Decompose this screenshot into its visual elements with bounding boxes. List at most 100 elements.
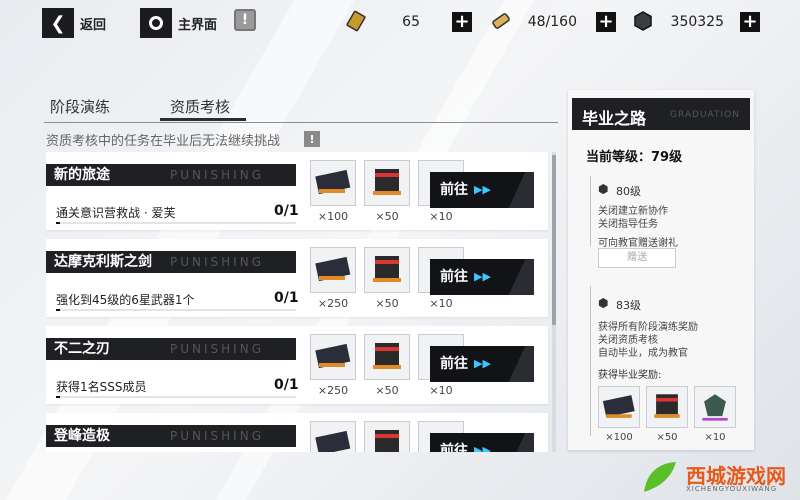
task-progress-fill (56, 396, 60, 398)
tier-name: 83级 (616, 299, 641, 312)
go-button[interactable]: 前往 ▶▶ (430, 433, 534, 452)
reward-count: ×10 (429, 384, 453, 397)
back-button[interactable]: ❮ (42, 8, 74, 38)
reward-crystal-icon[interactable] (694, 386, 736, 428)
reward-count: ×100 (317, 210, 349, 223)
task-progress: 0/1 (274, 377, 299, 393)
reward-count: ×50 (656, 432, 678, 443)
tab-stage-drill[interactable]: 阶段演练 (50, 96, 110, 117)
tier-line: 关闭指导任务 (598, 219, 658, 230)
tier-line: 自动毕业，成为教官 (598, 348, 688, 359)
reward-count: ×50 (375, 384, 399, 397)
graduation-reward-label: 获得毕业奖励: (598, 370, 662, 381)
go-label: 前往 (440, 443, 468, 452)
task-progress-bar (56, 396, 296, 398)
task-progress-bar (56, 309, 296, 311)
reward-count: ×50 (375, 210, 399, 223)
tab-divider (44, 122, 558, 123)
task-description: 获得1名SSS成员 (56, 380, 147, 394)
task-progress-fill (56, 309, 60, 311)
scrollbar-thumb[interactable] (552, 155, 556, 325)
task-watermark: PUNISHING (170, 429, 264, 443)
task-description: 通关意识营救战 · 爱芙 (56, 206, 176, 220)
reward-chip-icon[interactable] (364, 334, 410, 380)
tier-divider (590, 176, 591, 246)
resource-value: 65 (402, 14, 420, 30)
active-tab-indicator (160, 118, 246, 121)
add-resource-button[interactable]: + (740, 12, 760, 32)
back-label[interactable]: 返回 (80, 14, 106, 33)
graduation-panel: 毕业之路 GRADUATION 当前等级：79级 ⬢ 80级 关闭建立新协作 关… (568, 90, 754, 450)
top-bar: ❮ 返回 主界面 ! 65 + 48/160 + 350325 + (0, 0, 800, 44)
task-progress-bar (56, 222, 296, 224)
chevron-left-icon: ❮ (50, 12, 66, 34)
reward-ticket-icon[interactable] (310, 247, 356, 293)
add-resource-button[interactable]: + (452, 12, 472, 32)
leaf-logo-icon (644, 462, 676, 492)
tab-qualification-exam[interactable]: 资质考核 (170, 96, 230, 117)
reward-count: ×250 (317, 384, 349, 397)
go-label: 前往 (440, 356, 468, 372)
reward-ticket-icon[interactable] (310, 421, 356, 452)
reward-ticket-icon[interactable] (598, 386, 640, 428)
home-button[interactable] (140, 8, 172, 38)
tier-name: 80级 (616, 185, 641, 198)
button-decoration (500, 433, 534, 452)
task-progress: 0/1 (274, 290, 299, 306)
exclamation-icon[interactable]: ! (234, 9, 256, 31)
task-watermark: PUNISHING (170, 168, 264, 182)
task-watermark: PUNISHING (170, 342, 264, 356)
reward-count: ×10 (429, 210, 453, 223)
go-button[interactable]: 前往 ▶▶ (430, 172, 534, 208)
double-arrow-icon: ▶▶ (474, 183, 491, 196)
task-description: 强化到45级的6星武器1个 (56, 293, 195, 307)
task-progress: 0/1 (274, 203, 299, 219)
graduation-title: 毕业之路 (582, 109, 647, 128)
reward-count: ×50 (375, 297, 399, 310)
reward-chip-icon[interactable] (364, 421, 410, 452)
reward-ticket-icon[interactable] (310, 160, 356, 206)
circle-home-icon (149, 16, 163, 30)
button-decoration (500, 346, 534, 382)
watermark-subtitle: XICHENGYOUXIWANG (686, 485, 778, 493)
current-level: 当前等级：79级 (586, 150, 683, 165)
gift-button[interactable]: 赠送 (598, 248, 676, 268)
task-card: 登峰造极 PUNISHING 前往 ▶▶ (46, 413, 548, 452)
task-card: 达摩克利斯之剑 PUNISHING 强化到45级的6星武器1个 0/1 ×250… (46, 239, 548, 317)
home-label[interactable]: 主界面 (178, 14, 217, 33)
reward-chip-icon[interactable] (364, 247, 410, 293)
double-arrow-icon: ▶▶ (474, 357, 491, 370)
button-decoration (500, 259, 534, 295)
task-list[interactable]: 新的旅途 PUNISHING 通关意识营救战 · 爱芙 0/1 ×100 ×50… (46, 152, 560, 452)
notice-text: 资质考核中的任务在毕业后无法继续挑战 (46, 134, 281, 149)
exclamation-icon[interactable]: ! (304, 131, 320, 147)
double-arrow-icon: ▶▶ (474, 270, 491, 283)
task-watermark: PUNISHING (170, 255, 264, 269)
go-label: 前往 (440, 269, 468, 285)
add-resource-button[interactable]: + (596, 12, 616, 32)
task-card: 不二之刃 PUNISHING 获得1名SSS成员 0/1 ×250 ×50 ×1… (46, 326, 548, 404)
go-button[interactable]: 前往 ▶▶ (430, 346, 534, 382)
reward-count: ×10 (704, 432, 726, 443)
double-arrow-icon: ▶▶ (474, 444, 491, 452)
task-progress-fill (56, 222, 60, 224)
reward-chip-icon[interactable] (646, 386, 688, 428)
task-card: 新的旅途 PUNISHING 通关意识营救战 · 爱芙 0/1 ×100 ×50… (46, 152, 548, 230)
resource-value: 350325 (670, 14, 724, 30)
tier-divider (590, 286, 591, 436)
resource-value: 48/160 (527, 14, 577, 30)
reward-count: ×250 (317, 297, 349, 310)
reward-count: ×10 (429, 297, 453, 310)
go-label: 前往 (440, 182, 468, 198)
reward-count: ×100 (605, 432, 633, 443)
reward-ticket-icon[interactable] (310, 334, 356, 380)
hexagon-icon: ⬢ (598, 182, 609, 196)
button-decoration (500, 172, 534, 208)
site-watermark-logo: 西城游戏网 XICHENGYOUXIWANG (640, 458, 796, 498)
graduation-subtitle: GRADUATION (670, 110, 740, 120)
reward-chip-icon[interactable] (364, 160, 410, 206)
go-button[interactable]: 前往 ▶▶ (430, 259, 534, 295)
hexagon-icon: ⬢ (598, 296, 609, 310)
tier-line: 可向教官赠送谢礼 (598, 238, 678, 249)
graduation-header: 毕业之路 GRADUATION (572, 98, 750, 130)
